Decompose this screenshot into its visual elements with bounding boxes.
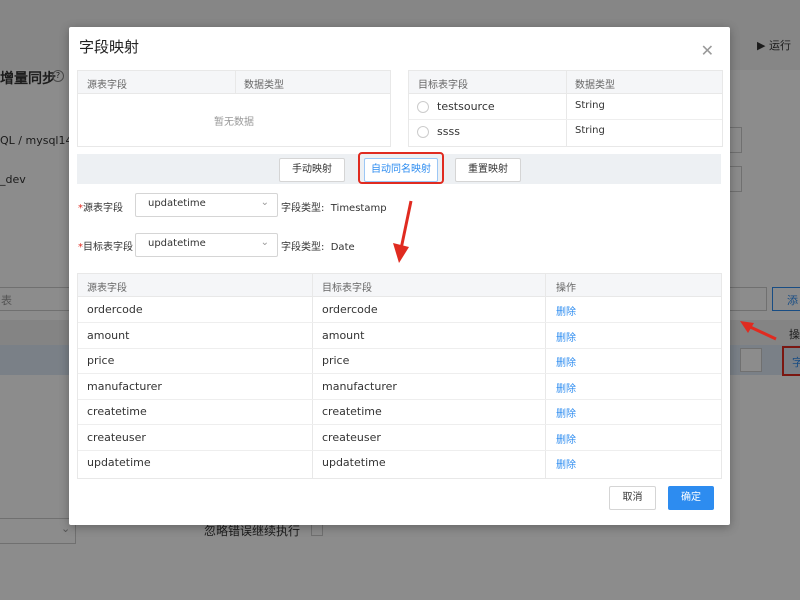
target-field-label: *目标表字段 [78,242,133,253]
source-field-cell: manufacturer [87,379,162,393]
source-field-cell: ordercode [87,303,143,316]
column-header: 源表字段 [87,80,127,91]
source-field-cell: createtime [87,405,147,418]
source-field-type: 字段类型: Timestamp [281,203,387,214]
column-header: 数据类型 [244,80,284,91]
target-field-select[interactable]: updatetime ⌄ [135,233,278,257]
column-header: 源表字段 [87,283,127,294]
chevron-down-icon: ⌄ [260,197,269,208]
field-mapping-dialog: 字段映射 ✕ 源表字段 数据类型 暂无数据 目标表字段 数据类型 testsou… [69,27,730,525]
mapping-button-bar: 手动映射 自动同名映射 重置映射 [77,152,721,184]
annotation-arrow-down [393,200,413,263]
table-row: updatetime updatetime 删除 [78,450,721,475]
target-field-type: 字段类型: Date [281,242,355,253]
target-field-cell: amount [322,328,365,342]
delete-link[interactable]: 删除 [556,303,576,318]
ok-button[interactable]: 确定 [668,486,714,510]
target-field-cell: createtime [322,405,382,418]
mapping-table: 源表字段 目标表字段 操作 ordercode ordercode 删除 amount… [77,273,722,479]
delete-link[interactable]: 删除 [556,431,576,446]
source-field-cell: updatetime [87,456,151,469]
target-field-cell: price [322,354,350,367]
table-row: manufacturer manufacturer 删除 [78,374,721,400]
highlight-box [358,152,444,184]
delete-link[interactable]: 删除 [556,380,576,395]
field-type: String [575,125,605,136]
table-row[interactable]: ssss String [409,119,722,144]
table-row: ordercode ordercode 删除 [78,297,721,323]
row-radio[interactable] [417,126,429,138]
row-radio[interactable] [417,101,429,113]
reset-mapping-button[interactable]: 重置映射 [455,158,521,182]
table-row[interactable]: testsource String [409,94,722,120]
delete-link[interactable]: 删除 [556,456,576,471]
source-table-header: 源表字段 数据类型 [78,71,390,94]
annotation-arrow-right [740,321,777,341]
target-field-cell: ordercode [322,303,378,316]
target-fields-table: 目标表字段 数据类型 testsource String ssss String [408,70,723,147]
source-fields-table: 源表字段 数据类型 暂无数据 [77,70,391,147]
source-field-cell: createuser [87,430,146,444]
column-header: 数据类型 [575,80,615,91]
table-row: createuser createuser 删除 [78,425,721,451]
table-row: amount amount 删除 [78,323,721,349]
source-field-cell: price [87,354,115,367]
mapping-table-header: 源表字段 目标表字段 操作 [78,274,721,297]
source-field-select[interactable]: updatetime ⌄ [135,193,278,217]
table-row: createtime createtime 删除 [78,399,721,425]
chevron-down-icon: ⌄ [260,237,269,248]
cancel-button[interactable]: 取消 [609,486,656,510]
delete-link[interactable]: 删除 [556,354,576,369]
field-name: testsource [437,100,495,113]
field-name: ssss [437,125,460,138]
delete-link[interactable]: 删除 [556,329,576,344]
source-field-cell: amount [87,328,130,342]
source-field-label: *源表字段 [78,203,123,214]
column-header: 目标表字段 [418,80,468,91]
target-field-cell: updatetime [322,456,386,469]
delete-link[interactable]: 删除 [556,405,576,420]
close-icon[interactable]: ✕ [701,41,714,60]
table-row: price price 删除 [78,348,721,374]
target-field-cell: createuser [322,430,381,444]
column-header: 操作 [556,283,576,294]
target-field-cell: manufacturer [322,379,397,393]
manual-mapping-button[interactable]: 手动映射 [279,158,345,182]
empty-text: 暂无数据 [214,117,254,128]
field-type: String [575,100,605,111]
dialog-title: 字段映射 [79,38,140,56]
column-header: 目标表字段 [322,283,372,294]
